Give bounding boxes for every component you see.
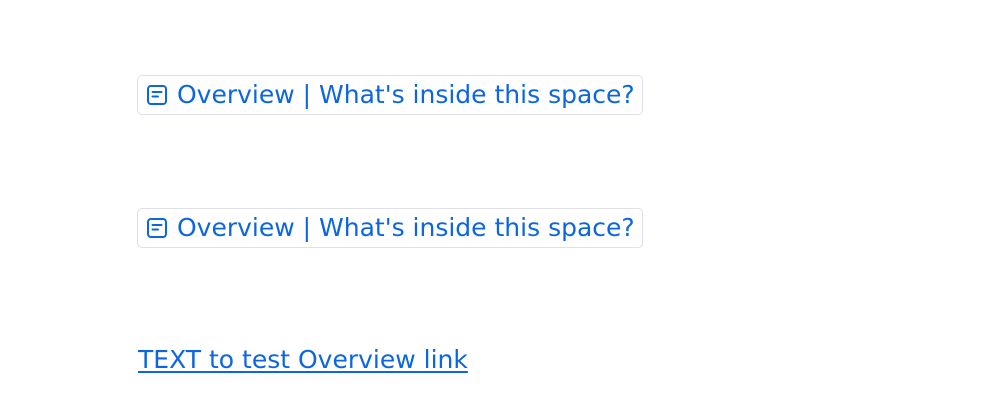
page-icon (146, 82, 172, 108)
inline-card-title: Overview | What's inside this space? (177, 80, 635, 109)
inline-card-link-overview-2[interactable]: Overview | What's inside this space? (137, 208, 643, 248)
inline-card-link-overview-1[interactable]: Overview | What's inside this space? (137, 75, 643, 115)
inline-card-title: Overview | What's inside this space? (177, 213, 635, 242)
page-icon (146, 215, 172, 241)
text-link-overview[interactable]: TEXT to test Overview link (138, 342, 468, 378)
page-content: Overview | What's inside this space? Ove… (0, 0, 998, 418)
